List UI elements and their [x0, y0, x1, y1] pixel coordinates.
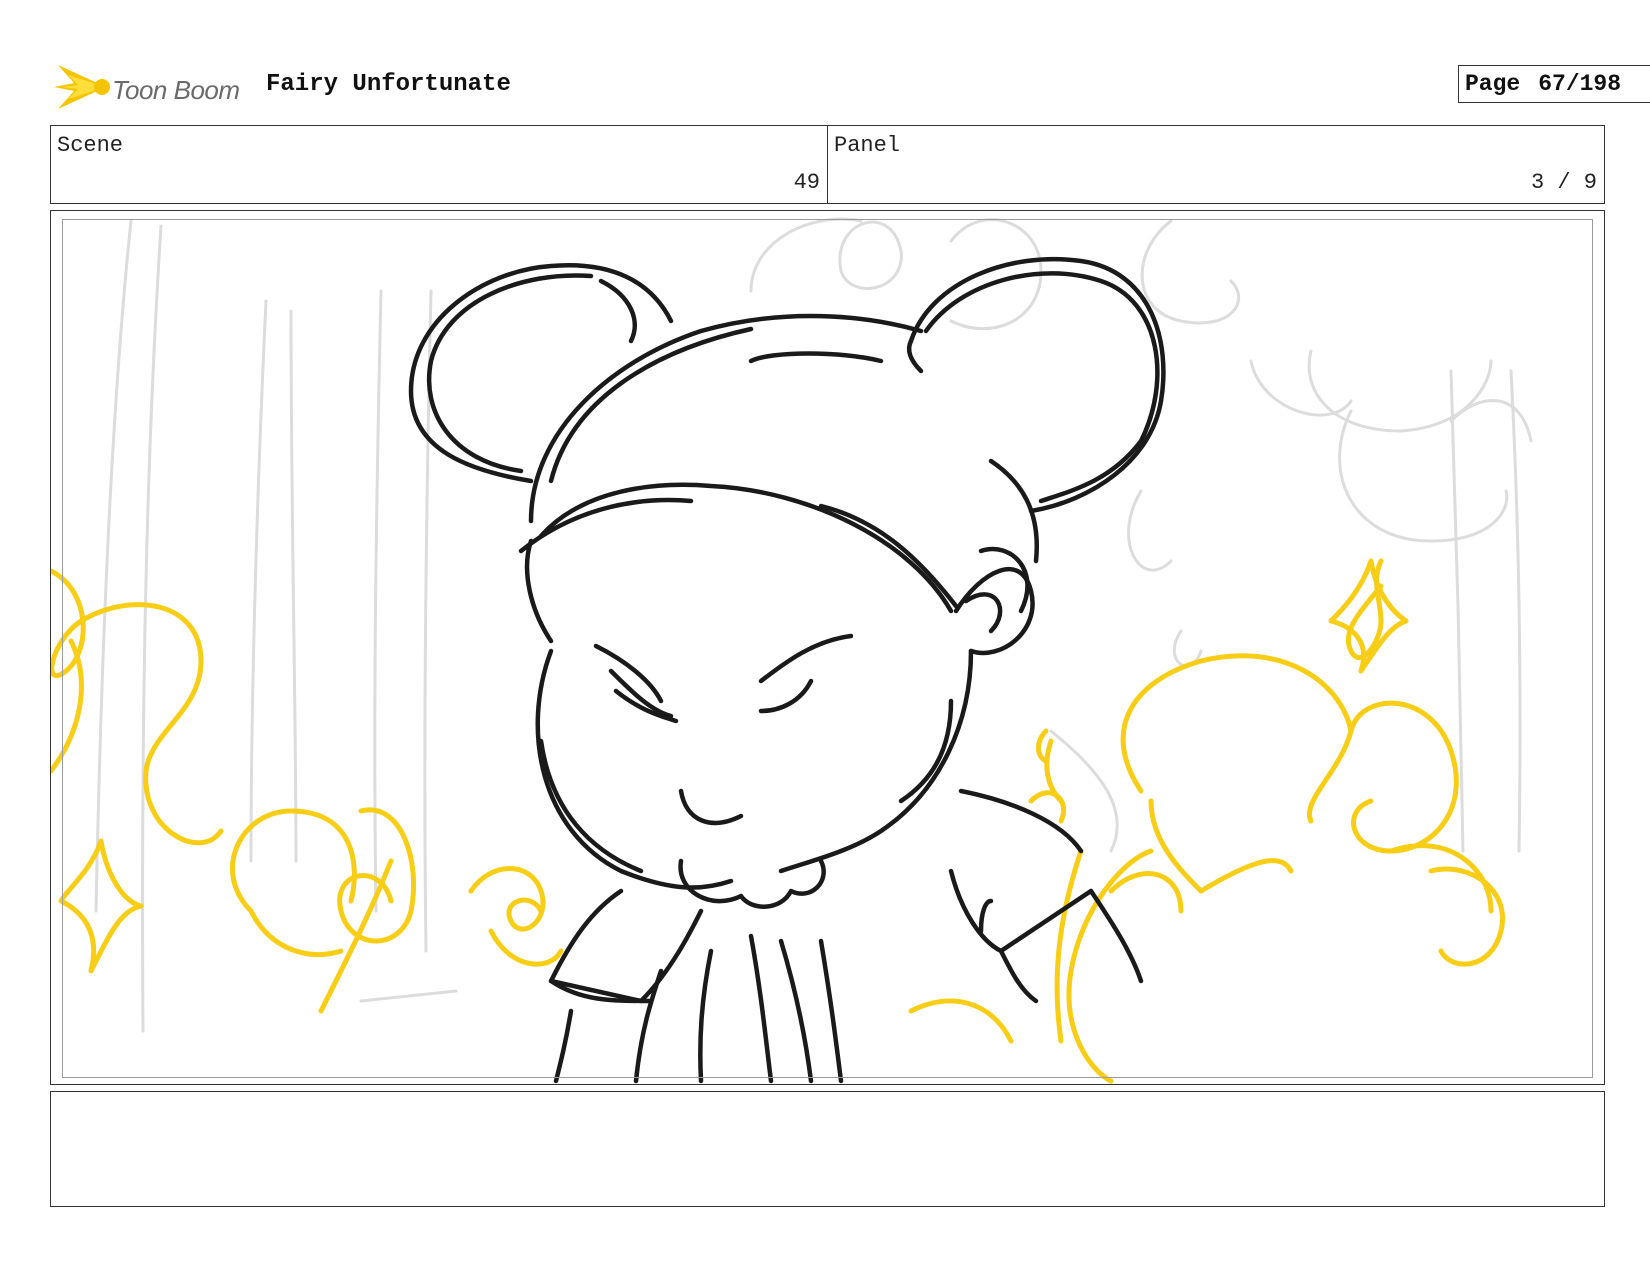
- panel-notes: [50, 1091, 1605, 1207]
- background-sketch: [94, 217, 1533, 1033]
- panel-number: 3 / 9: [1530, 170, 1597, 195]
- sketch-drawing: [51, 217, 1533, 1084]
- logo-wordmark: Toon Boom: [112, 75, 240, 105]
- scene-label: Scene: [57, 133, 124, 158]
- panel-label: Panel: [834, 133, 901, 158]
- scene-cell: Scene 49: [51, 126, 827, 203]
- storyboard-panel: [50, 210, 1605, 1085]
- page-label: Page: [1465, 71, 1521, 97]
- starburst-icon: [54, 65, 110, 109]
- page-indicator: Page 67/198: [1458, 65, 1650, 103]
- magic-swirls: [51, 558, 1505, 1084]
- page-number: 67/198: [1538, 71, 1622, 97]
- toon-boom-logo: Toon Boom: [54, 61, 254, 117]
- scene-number: 49: [793, 170, 820, 195]
- character-sketch: [408, 256, 1166, 1084]
- project-title: Fairy Unfortunate: [266, 71, 511, 98]
- scene-panel-info: Scene 49 Panel 3 / 9: [50, 125, 1605, 204]
- panel-cell: Panel 3 / 9: [827, 126, 1604, 203]
- storyboard-header: Toon Boom Fairy Unfortunate Page 67/198: [50, 55, 1650, 111]
